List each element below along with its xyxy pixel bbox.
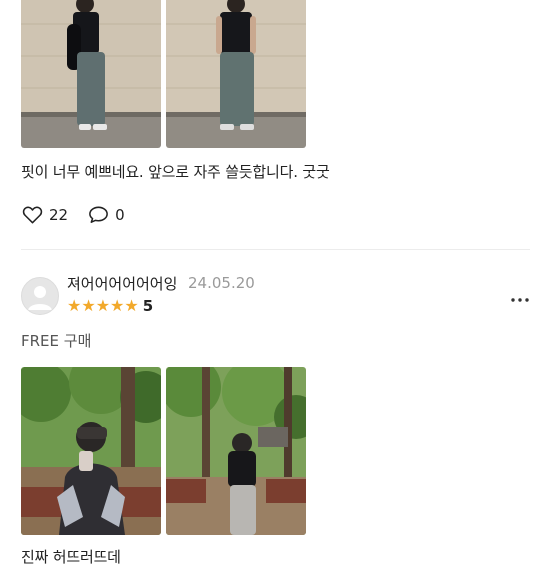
heart-icon bbox=[22, 206, 43, 224]
reviewer-name[interactable]: 져어어어어어어잉 bbox=[67, 273, 177, 294]
review-photo-2[interactable] bbox=[166, 0, 306, 148]
like-count: 22 bbox=[49, 205, 69, 224]
star-icon: ★ bbox=[124, 296, 139, 315]
photo-outfit-park-2 bbox=[166, 367, 306, 535]
photo-outfit-wall-2 bbox=[166, 0, 306, 148]
star-rating: ★ ★ ★ ★ ★ 5 bbox=[67, 296, 154, 316]
rating-score: 5 bbox=[142, 297, 154, 315]
comment-button[interactable]: 0 bbox=[87, 203, 125, 226]
review-divider bbox=[21, 249, 530, 250]
review-text: 진짜 허뜨러뜨데 bbox=[21, 548, 121, 566]
star-icon: ★ bbox=[67, 296, 82, 315]
like-button[interactable]: 22 bbox=[21, 203, 68, 226]
review-text: 핏이 너무 예쁘네요. 앞으로 자주 쓸듯합니다. 굿굿 bbox=[21, 163, 330, 181]
avatar[interactable] bbox=[21, 277, 59, 315]
user-icon bbox=[28, 286, 52, 310]
review-photo-1[interactable] bbox=[21, 0, 161, 148]
review-photo-4[interactable] bbox=[166, 367, 306, 535]
review-photo-3[interactable] bbox=[21, 367, 161, 535]
review-date: 24.05.20 bbox=[188, 274, 255, 292]
more-options-button[interactable] bbox=[510, 284, 530, 308]
star-icon: ★ bbox=[81, 296, 96, 315]
star-icon: ★ bbox=[95, 296, 111, 315]
photo-outfit-wall-1 bbox=[21, 0, 161, 148]
more-icon bbox=[511, 298, 529, 302]
review-actions: 22 0 bbox=[21, 203, 144, 226]
photo-outfit-park-1 bbox=[21, 367, 161, 535]
comment-count: 0 bbox=[115, 205, 125, 224]
purchase-option: FREE 구매 bbox=[21, 332, 92, 350]
star-icon: ★ bbox=[110, 296, 125, 315]
comment-icon bbox=[89, 206, 108, 223]
